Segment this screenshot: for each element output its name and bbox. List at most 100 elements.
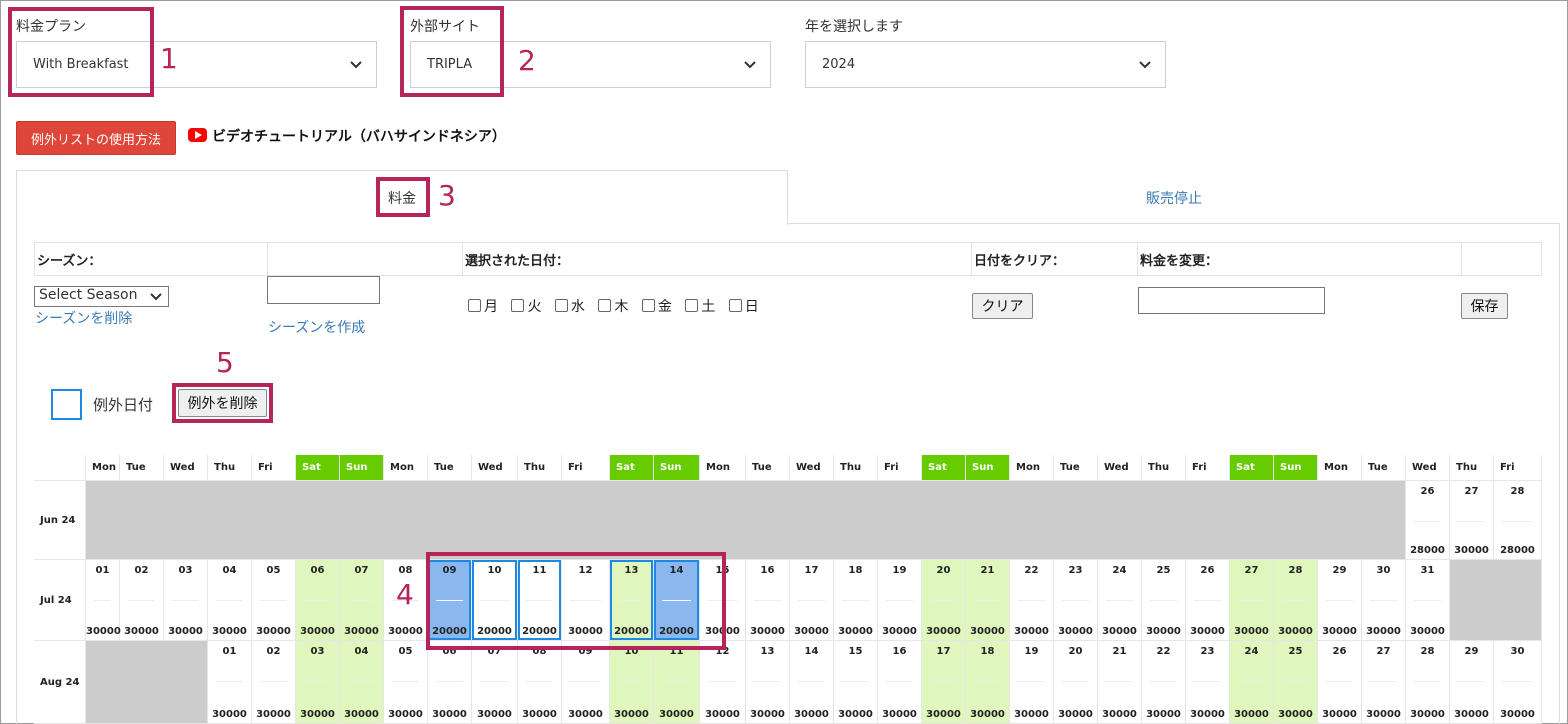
tab-stop-sell[interactable]: 販売停止 [788, 170, 1560, 224]
calendar-day-cell[interactable]: 24 30000 [1230, 641, 1274, 724]
calendar-day-cell[interactable]: 25 30000 [1274, 641, 1318, 724]
checkbox-sat[interactable]: 土 [685, 299, 715, 315]
calendar-day-cell[interactable]: 05 30000 [252, 560, 296, 641]
calendar-day-cell[interactable]: 21 30000 [966, 560, 1010, 641]
calendar-day-cell[interactable]: 17 30000 [922, 641, 966, 724]
calendar-day-cell[interactable]: 26 30000 [1318, 641, 1362, 724]
calendar-day-cell[interactable]: 16 30000 [746, 560, 790, 641]
calendar-day-cell[interactable]: 31 30000 [1406, 560, 1450, 641]
calendar-day-cell[interactable]: 26 28000 [1406, 481, 1450, 560]
calendar-day-cell[interactable]: 24 30000 [1098, 560, 1142, 641]
season-header: シーズン： [35, 243, 268, 275]
day-price: 30000 [388, 626, 423, 637]
calendar-day-cell[interactable]: 08 30000 [518, 641, 562, 724]
day-divider [172, 600, 199, 601]
calendar-day-cell[interactable]: 28 28000 [1494, 481, 1542, 560]
weekday-header: Mon [1318, 455, 1362, 481]
weekday-header: Sun [1274, 455, 1318, 481]
checkbox-tue[interactable]: 火 [511, 299, 541, 315]
calendar-day-cell[interactable]: 17 30000 [790, 560, 834, 641]
season-name-input[interactable] [267, 276, 380, 304]
clear-button[interactable]: クリア [972, 293, 1033, 319]
day-price: 30000 [344, 626, 379, 637]
calendar-day-cell[interactable]: 29 30000 [1318, 560, 1362, 641]
day-divider [1326, 600, 1353, 601]
calendar-day-cell[interactable]: 28 30000 [1406, 641, 1450, 724]
calendar-day-cell[interactable]: 20 30000 [922, 560, 966, 641]
day-number: 19 [1024, 646, 1039, 657]
calendar-day-cell[interactable]: 27 30000 [1230, 560, 1274, 641]
checkbox-box[interactable] [511, 299, 525, 312]
calendar-day-cell[interactable]: 22 30000 [1010, 560, 1054, 641]
create-season-link[interactable]: シーズンを作成 [268, 317, 365, 337]
checkbox-box[interactable] [468, 299, 481, 312]
calendar-day-cell[interactable]: 02 30000 [252, 641, 296, 724]
calendar-day-cell[interactable]: 12 30000 [700, 641, 746, 724]
calendar-day-cell[interactable]: 26 30000 [1186, 560, 1230, 641]
checkbox-sun[interactable]: 日 [728, 299, 759, 315]
day-divider [930, 600, 957, 601]
day-number: 04 [222, 565, 237, 576]
delete-season-link[interactable]: シーズンを削除 [35, 308, 132, 328]
tab-stop-sell-label: 販売停止 [1146, 191, 1202, 207]
rate-input[interactable] [1138, 287, 1325, 314]
season-select[interactable]: Select Season [34, 286, 169, 307]
checkbox-box[interactable] [598, 299, 612, 312]
calendar-day-cell[interactable]: 04 30000 [340, 641, 384, 724]
checkbox-fri[interactable]: 金 [641, 299, 672, 315]
calendar-day-cell[interactable]: 23 30000 [1186, 641, 1230, 724]
calendar-day-cell[interactable]: 27 30000 [1450, 481, 1494, 560]
day-divider [1150, 681, 1177, 682]
checkbox-box[interactable] [641, 299, 655, 312]
video-tutorial-link[interactable]: ビデオチュートリアル（バハサインドネシア） [212, 126, 506, 146]
exception-list-help-button[interactable]: 例外リストの使用方法 [16, 121, 176, 155]
checkbox-box[interactable] [554, 299, 568, 312]
calendar-day-cell[interactable]: 19 30000 [1010, 641, 1054, 724]
calendar-day-cell[interactable]: 28 30000 [1274, 560, 1318, 641]
calendar-day-cell[interactable]: 15 30000 [834, 641, 878, 724]
calendar-day-cell[interactable]: 29 30000 [1450, 641, 1494, 724]
weekday-header: Thu [208, 455, 252, 481]
checkbox-thu[interactable]: 木 [598, 299, 628, 315]
calendar-day-cell[interactable]: 20 30000 [1054, 641, 1098, 724]
year-select[interactable]: 2024 [805, 41, 1166, 88]
calendar-day-cell[interactable]: 10 30000 [610, 641, 654, 724]
calendar-day-cell[interactable]: 25 30000 [1142, 560, 1186, 641]
calendar-day-cell[interactable]: 03 30000 [296, 641, 340, 724]
calendar-day-cell[interactable]: 01 30000 [208, 641, 252, 724]
calendar-day-cell[interactable]: 11 30000 [654, 641, 700, 724]
weekday-header: Thu [1142, 455, 1186, 481]
checkbox-mon[interactable]: 月 [468, 299, 498, 315]
calendar-day-cell[interactable]: 22 30000 [1142, 641, 1186, 724]
calendar-day-cell[interactable]: 30 30000 [1494, 641, 1542, 724]
calendar-day-cell[interactable]: 06 30000 [296, 560, 340, 641]
checkbox-box[interactable] [728, 299, 742, 312]
calendar-day-cell[interactable]: 19 30000 [878, 560, 922, 641]
day-divider [216, 681, 243, 682]
calendar-day-cell[interactable]: 30 30000 [1362, 560, 1406, 641]
calendar-day-cell[interactable]: 05 30000 [384, 641, 428, 724]
weekday-header: Fri [252, 455, 296, 481]
calendar-day-cell[interactable]: 07 30000 [340, 560, 384, 641]
calendar-day-cell[interactable]: 06 30000 [428, 641, 472, 724]
checkbox-box[interactable] [685, 299, 699, 312]
checkbox-wed[interactable]: 水 [554, 299, 585, 315]
calendar-day-cell[interactable]: 18 30000 [966, 641, 1010, 724]
calendar-day-cell[interactable]: 02 30000 [120, 560, 164, 641]
calendar-day-cell[interactable]: 18 30000 [834, 560, 878, 641]
save-button[interactable]: 保存 [1461, 293, 1508, 319]
calendar-day-cell[interactable]: 14 30000 [790, 641, 834, 724]
calendar-day-cell[interactable]: 23 30000 [1054, 560, 1098, 641]
calendar-day-cell[interactable]: 09 30000 [562, 641, 610, 724]
day-number: 20 [1068, 646, 1083, 657]
calendar-day-cell[interactable]: 16 30000 [878, 641, 922, 724]
calendar-day-cell[interactable]: 01 30000 [86, 560, 121, 641]
annotation-number-4: 4 [396, 578, 414, 611]
calendar-day-cell[interactable]: 21 30000 [1098, 641, 1142, 724]
calendar-day-cell[interactable]: 13 30000 [746, 641, 790, 724]
calendar-day-cell[interactable]: 03 30000 [164, 560, 208, 641]
calendar-day-cell[interactable]: 27 30000 [1362, 641, 1406, 724]
calendar-day-cell[interactable]: 07 30000 [472, 641, 518, 724]
day-divider [392, 681, 419, 682]
calendar-day-cell[interactable]: 04 30000 [208, 560, 252, 641]
